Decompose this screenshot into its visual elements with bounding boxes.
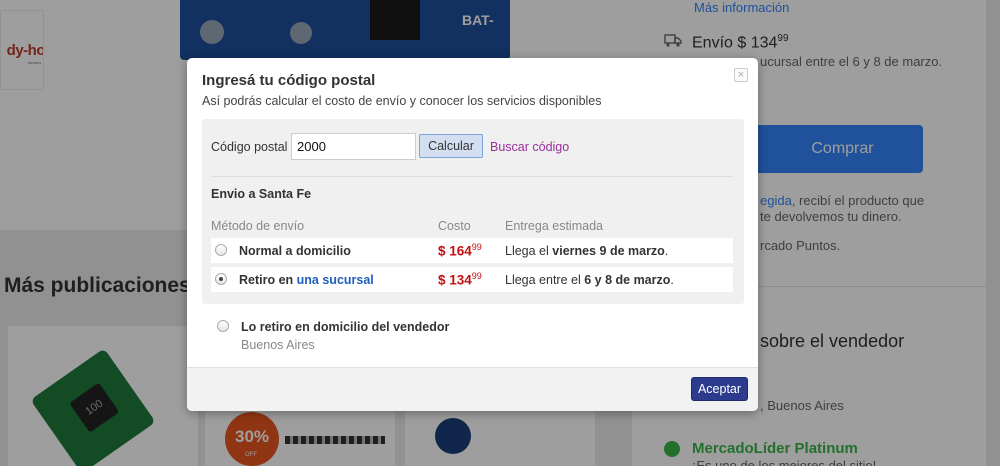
shipping-option-eta: Llega entre el 6 y 8 de marzo.: [505, 273, 674, 287]
column-header-method: Método de envío: [211, 219, 305, 233]
shipping-option-eta: Llega el viernes 9 de marzo.: [505, 244, 668, 258]
postal-code-input[interactable]: [291, 133, 416, 160]
eta-date: viernes 9 de marzo: [552, 244, 665, 258]
shipping-option-name-text: Retiro en: [239, 273, 297, 287]
price-cents: 99: [471, 242, 482, 252]
modal-subtitle: Así podrás calcular el costo de envío y …: [202, 94, 602, 108]
search-code-link[interactable]: Buscar código: [490, 140, 569, 154]
modal-title: Ingresá tu código postal: [202, 72, 376, 89]
shipping-option-name-text: Normal a domicilio: [239, 244, 351, 258]
shipping-option-name: Normal a domicilio: [239, 244, 351, 258]
price-cents: 99: [471, 271, 482, 281]
eta-prefix: Llega el: [505, 244, 553, 258]
accept-button[interactable]: Aceptar: [691, 377, 748, 401]
modal-footer: Aceptar: [187, 367, 758, 411]
price-amount: $ 164: [438, 243, 472, 259]
branch-link[interactable]: una sucursal: [297, 273, 374, 287]
pickup-seller-radio[interactable]: [217, 320, 229, 332]
close-icon[interactable]: ×: [734, 68, 748, 82]
shipping-option-row[interactable]: Normal a domicilio $ 16499 Llega el vier…: [211, 238, 733, 263]
shipping-destination-title: Envio a Santa Fe: [211, 187, 312, 201]
shipping-option-row[interactable]: Retiro en una sucursal $ 13499 Llega ent…: [211, 267, 733, 292]
calculate-button[interactable]: Calcular: [419, 134, 483, 158]
pickup-seller-option[interactable]: Lo retiro en domicilio del vendedor Buen…: [202, 316, 744, 356]
column-header-cost: Costo: [438, 219, 471, 233]
eta-prefix: Llega entre el: [505, 273, 585, 287]
shipping-option-price: $ 13499: [438, 271, 482, 288]
shipping-calculator: Código postal Calcular Buscar código Env…: [202, 119, 744, 304]
column-header-delivery: Entrega estimada: [505, 219, 603, 233]
eta-suffix: .: [664, 244, 669, 258]
shipping-option-radio-selected[interactable]: [215, 273, 227, 285]
postal-code-modal: × Ingresá tu código postal Así podrás ca…: [187, 58, 758, 411]
divider: [211, 176, 733, 177]
postal-code-label: Código postal: [211, 140, 288, 154]
pickup-seller-location: Buenos Aires: [241, 338, 315, 352]
price-amount: $ 134: [438, 272, 472, 288]
eta-date: 6 y 8 de marzo: [584, 273, 671, 287]
shipping-option-name: Retiro en una sucursal: [239, 273, 374, 287]
eta-suffix: .: [670, 273, 674, 287]
shipping-option-radio[interactable]: [215, 244, 227, 256]
pickup-seller-name: Lo retiro en domicilio del vendedor: [241, 320, 450, 334]
shipping-option-price: $ 16499: [438, 242, 482, 259]
